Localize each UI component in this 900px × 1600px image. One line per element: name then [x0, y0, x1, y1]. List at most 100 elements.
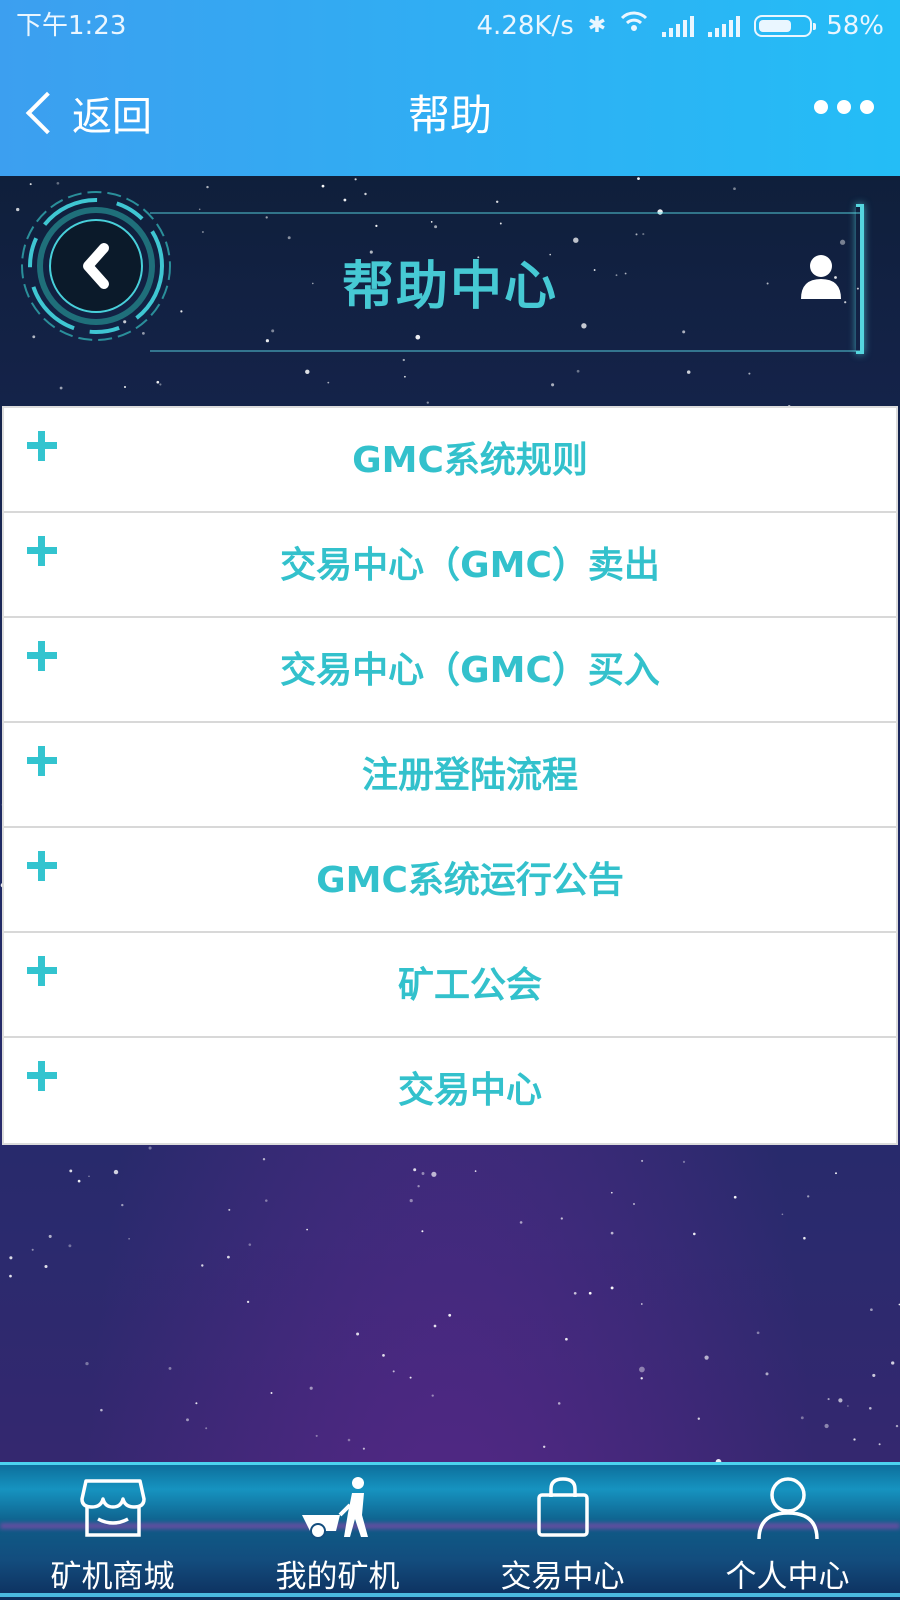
help-item-buy[interactable]: 交易中心（GMC）买入 [4, 618, 896, 723]
star [868, 1406, 872, 1410]
help-center-header: 帮助中心 [0, 176, 900, 406]
help-item-sell[interactable]: 交易中心（GMC）卖出 [4, 513, 896, 618]
help-center-title: 帮助中心 [341, 257, 558, 317]
star [205, 1427, 208, 1430]
title-bar: 返回 帮助 [0, 52, 900, 176]
star [557, 1402, 561, 1405]
star [872, 1373, 876, 1377]
nav-item-store[interactable]: 矿机商城 [0, 1465, 225, 1600]
star [704, 1355, 709, 1360]
more-options-button[interactable] [814, 100, 874, 114]
star [781, 1213, 784, 1216]
help-item-label: GMC系统规则 [352, 440, 588, 481]
star [309, 1386, 313, 1390]
star [9, 1274, 12, 1278]
star [765, 1372, 769, 1376]
star [100, 1408, 103, 1412]
bottom-nav: 矿机商城 我的矿机 交易中心 个人中心 [0, 1462, 900, 1600]
star [262, 1158, 266, 1161]
help-item-gmc-rules[interactable]: GMC系统规则 [4, 408, 896, 513]
star [85, 1361, 89, 1366]
star [640, 1377, 643, 1380]
star [382, 1354, 385, 1357]
star [474, 1170, 477, 1172]
star [682, 1160, 686, 1164]
star [827, 1398, 830, 1401]
star [265, 1199, 268, 1202]
star [347, 1438, 351, 1442]
star [392, 1370, 395, 1373]
help-item-announcement[interactable]: GMC系统运行公告 [4, 828, 896, 933]
status-time: 下午1:23 [16, 11, 127, 41]
star [421, 1172, 425, 1175]
nav-label: 矿机商城 [50, 1559, 175, 1595]
star [417, 1185, 420, 1188]
nav-label: 个人中心 [725, 1559, 850, 1595]
person-icon [756, 1477, 819, 1540]
star [77, 1179, 81, 1183]
help-topic-list: GMC系统规则 交易中心（GMC）卖出 交易中心（GMC）买入 注册登陆流程 G… [2, 406, 898, 1145]
battery-percent: 58% [826, 11, 884, 41]
nav-label: 我的矿机 [275, 1559, 400, 1595]
star [88, 1175, 90, 1178]
signal-icon-2 [708, 15, 741, 37]
star [895, 1424, 899, 1428]
star [610, 1286, 614, 1290]
help-item-register-login[interactable]: 注册登陆流程 [4, 723, 896, 828]
star [835, 1172, 837, 1175]
network-speed: 4.28K/s [476, 11, 574, 41]
dot-icon [860, 100, 874, 114]
star [9, 1256, 13, 1260]
status-indicators: 4.28K/s ✱ 58% [477, 0, 884, 52]
star [270, 1392, 273, 1394]
help-item-label: 矿工公会 [397, 965, 542, 1006]
star [610, 1191, 613, 1194]
star [195, 1402, 198, 1405]
star [633, 1203, 635, 1205]
star [610, 1231, 614, 1235]
help-item-miners-guild[interactable]: 矿工公会 [4, 933, 896, 1038]
star [201, 1264, 204, 1267]
star [878, 1443, 881, 1446]
store-icon [79, 1479, 146, 1537]
star [756, 1331, 760, 1335]
user-profile-button[interactable] [800, 254, 842, 300]
help-item-label: 交易中心 [397, 1070, 542, 1111]
star [356, 1332, 360, 1336]
signal-icon [662, 15, 695, 37]
bluetooth-icon: ✱ [587, 13, 607, 38]
shopping-bag-icon [536, 1477, 589, 1537]
star [228, 1208, 231, 1211]
star [573, 1291, 577, 1295]
star [433, 1324, 437, 1328]
star [431, 1394, 434, 1397]
miner-icon [301, 1477, 368, 1539]
nav-item-my-miners[interactable]: 我的矿机 [225, 1465, 450, 1600]
star [641, 1159, 644, 1162]
star [543, 1445, 546, 1448]
star [697, 1417, 700, 1420]
star [128, 1237, 130, 1240]
dot-icon [837, 100, 851, 114]
nav-item-trading-center[interactable]: 交易中心 [450, 1465, 675, 1600]
star [148, 1146, 152, 1150]
star [588, 1291, 592, 1295]
star [409, 1376, 412, 1379]
star [168, 1366, 172, 1370]
star [560, 1217, 563, 1220]
star [847, 1405, 849, 1407]
star [227, 1255, 230, 1259]
help-item-label: GMC系统运行公告 [316, 860, 624, 901]
help-item-trading-center[interactable]: 交易中心 [4, 1038, 896, 1143]
star [565, 1337, 568, 1341]
star [803, 1236, 806, 1240]
nav-item-profile[interactable]: 个人中心 [675, 1465, 900, 1600]
star [186, 1418, 189, 1422]
star [640, 1303, 643, 1305]
star [409, 1199, 413, 1203]
star [69, 1169, 73, 1173]
star [448, 1313, 452, 1317]
status-bar: 下午1:23 4.28K/s ✱ 58% [0, 0, 900, 52]
help-item-label: 注册登陆流程 [361, 755, 578, 796]
star [246, 1300, 250, 1304]
